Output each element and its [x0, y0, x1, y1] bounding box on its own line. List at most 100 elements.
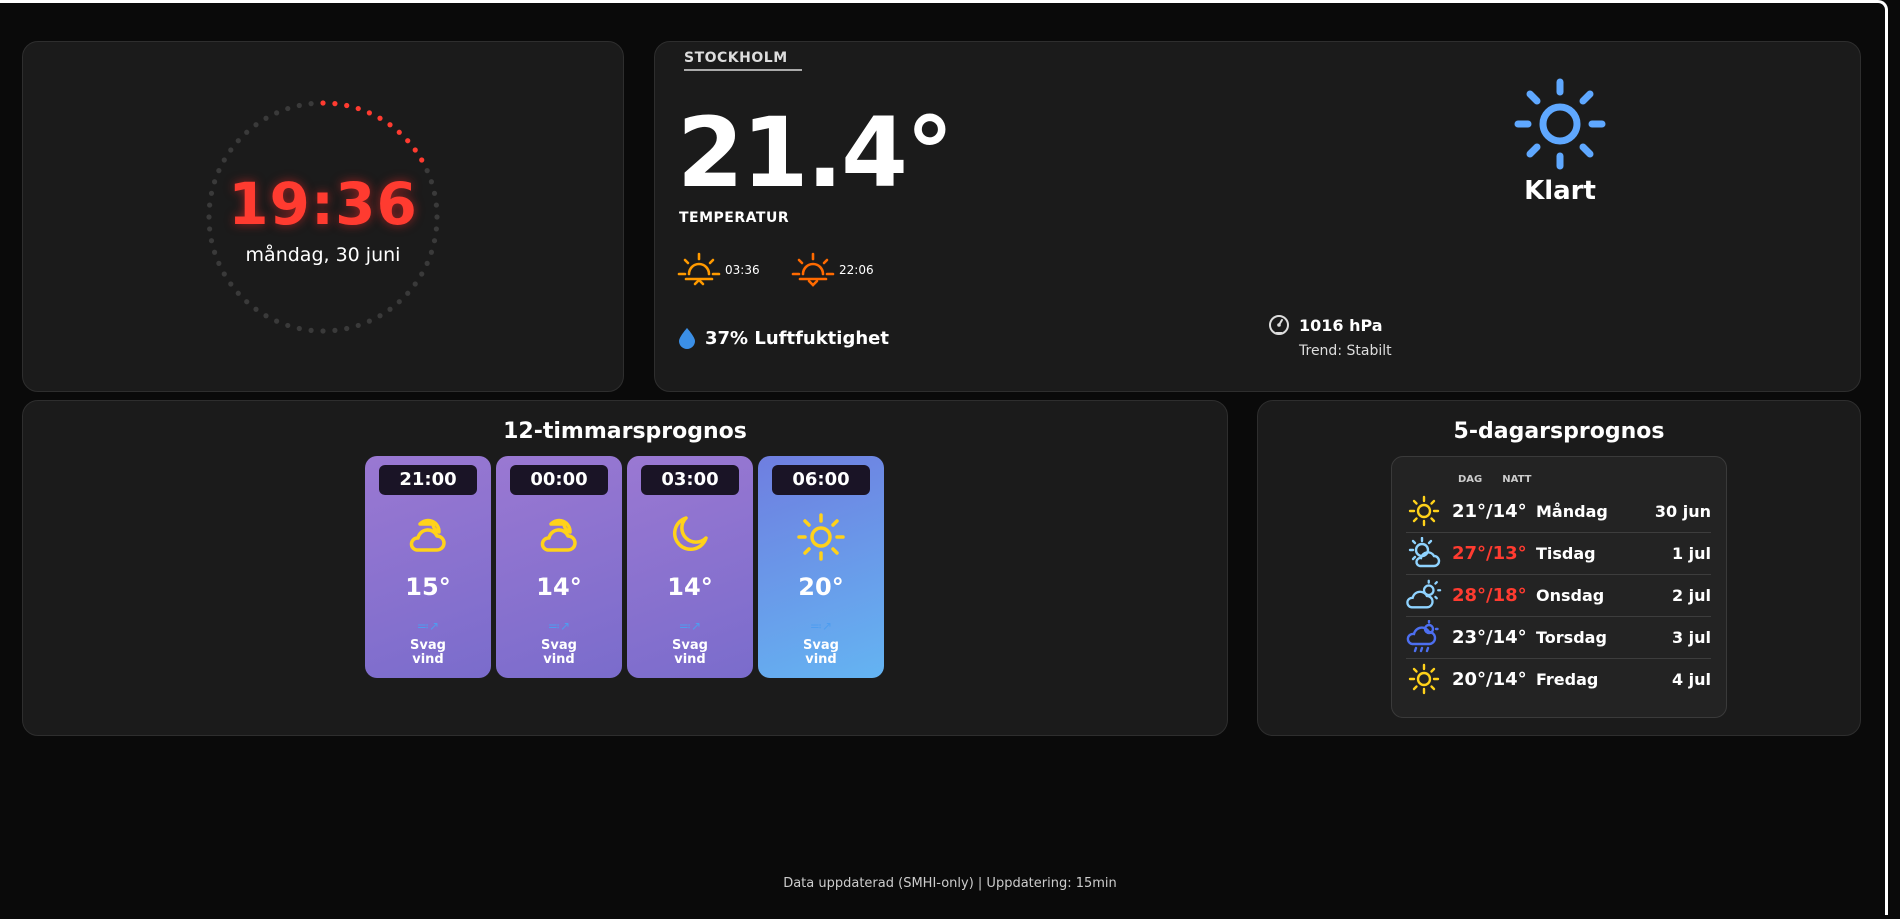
ring-dot — [355, 105, 361, 112]
ring-dot — [285, 105, 291, 112]
sunrise: 03:36 — [677, 250, 760, 290]
wind-icon: ≕↗ — [678, 619, 702, 633]
hour-card: 21:00 15° ≕↗ Svag vind — [365, 456, 491, 678]
wind-strength: Svag — [541, 638, 577, 653]
cloud-sun-icon — [1406, 579, 1442, 609]
clock-card: 19:36 måndag, 30 juni — [22, 41, 624, 392]
sunset-time: 22:06 — [839, 263, 874, 277]
water-drop-icon — [679, 328, 695, 349]
ring-dot — [396, 129, 402, 135]
ring-dot — [387, 306, 393, 312]
hour-time: 06:00 — [772, 465, 870, 495]
hour-card: 00:00 14° ≕↗ Svag vind — [496, 456, 622, 678]
clock-date: måndag, 30 juni — [245, 244, 401, 266]
ring-dot — [235, 290, 241, 296]
day-row: 20°/14° Fredag 4 jul — [1406, 658, 1711, 700]
sun-icon — [1408, 663, 1440, 695]
sunrise-time: 03:36 — [725, 263, 760, 277]
day-name: Måndag — [1536, 501, 1608, 521]
ring-dot — [332, 327, 338, 333]
wind-strength: Svag — [410, 638, 446, 653]
moon-icon — [672, 516, 708, 552]
wind-strength: Svag — [672, 638, 708, 653]
ring-dot — [320, 100, 326, 106]
ring-dot — [244, 299, 250, 305]
hour-temp: 15° — [405, 573, 451, 601]
partly-cloudy-icon — [1408, 537, 1441, 568]
ring-dot — [308, 101, 314, 107]
day-name: Torsdag — [1536, 627, 1607, 647]
ring-dot — [296, 102, 302, 109]
day-temps: 20°/14° — [1452, 668, 1527, 690]
night-column-label: NATT — [1502, 474, 1532, 485]
ring-dot — [244, 129, 250, 135]
day-temps: 28°/18° — [1452, 584, 1527, 606]
ring-dot — [405, 290, 411, 296]
day-date: 3 jul — [1671, 627, 1711, 647]
city-name: STOCKHOLM — [684, 50, 802, 71]
ring-dot — [355, 322, 361, 329]
ring-dot — [274, 318, 280, 324]
current-temperature: 21.4° — [677, 97, 954, 209]
hour-time: 21:00 — [379, 465, 477, 495]
ring-dot — [221, 157, 227, 163]
ring-dot — [396, 299, 402, 305]
sun-icon — [797, 513, 845, 561]
hourly-forecast-card: 12-timmarsprognos 21:00 15° ≕↗ Svag vind… — [22, 400, 1228, 736]
sunset: 22:06 — [791, 250, 874, 290]
hour-wind: Svag vind — [758, 639, 884, 667]
hour-time: 03:00 — [641, 465, 739, 495]
humidity-value: 37% Luftfuktighet — [705, 327, 889, 349]
ring-dot — [419, 157, 425, 163]
hour-temp: 14° — [667, 573, 713, 601]
current-weather-card: STOCKHOLM 21.4° TEMPERATUR 03:36 22:06 3… — [654, 41, 1861, 392]
wind-icon: ≕↗ — [809, 619, 833, 633]
ring-dot — [308, 327, 314, 333]
condition-label: Klart — [1524, 176, 1596, 206]
ring-dot — [320, 328, 326, 334]
hour-card: 06:00 20° ≕↗ Svag vind — [758, 456, 884, 678]
wind-label: vind — [543, 652, 575, 667]
day-temps: 27°/13° — [1452, 542, 1527, 564]
hour-card: 03:00 14° ≕↗ Svag vind — [627, 456, 753, 678]
ring-dot — [419, 271, 425, 277]
wind-label: vind — [674, 652, 706, 667]
day-temps: 23°/14° — [1452, 626, 1527, 648]
sun-icon — [1408, 495, 1440, 527]
sunset-icon — [791, 252, 835, 287]
ring-dot — [387, 122, 393, 128]
ring-dot — [332, 101, 338, 107]
hour-wind: Svag vind — [365, 639, 491, 667]
day-name: Tisdag — [1536, 543, 1596, 563]
hour-temp: 14° — [536, 573, 582, 601]
day-name: Fredag — [1536, 669, 1599, 689]
day-row: 28°/18° Onsdag 2 jul — [1406, 574, 1711, 617]
wind-icon: ≕↗ — [547, 619, 571, 633]
hourly-list: 21:00 15° ≕↗ Svag vind 00:00 14° ≕↗ Svag… — [365, 456, 884, 678]
ring-dot — [412, 281, 418, 287]
rain-cloud-icon — [1406, 620, 1439, 653]
cloud-moon-icon — [409, 518, 446, 552]
wind-strength: Svag — [803, 638, 839, 653]
ring-dot — [285, 322, 291, 329]
daily-forecast-card: 5-dagarsprognos DAG NATT 21°/14° Måndag … — [1257, 400, 1861, 736]
cloud-moon-icon — [540, 518, 577, 552]
footer-status: Data uppdaterad (SMHI-only) | Uppdaterin… — [783, 876, 1117, 891]
ring-dot — [366, 110, 372, 116]
barometer-icon — [1269, 315, 1289, 335]
condition: Klart — [1470, 76, 1650, 206]
temperature-label: TEMPERATUR — [679, 210, 790, 226]
pressure-value: 1016 hPa — [1299, 315, 1383, 335]
ring-dot — [431, 238, 438, 244]
hour-temp: 20° — [798, 573, 844, 601]
ring-dot — [221, 271, 227, 277]
hourly-title: 12-timmarsprognos — [503, 419, 747, 444]
ring-dot — [366, 318, 372, 324]
ring-dot — [263, 313, 269, 319]
day-column-label: DAG — [1458, 474, 1483, 485]
ring-dot — [412, 147, 418, 153]
day-temps: 21°/14° — [1452, 500, 1527, 522]
wind-icon: ≕↗ — [416, 619, 440, 633]
day-date: 2 jul — [1671, 585, 1711, 605]
ring-dot — [344, 325, 350, 332]
